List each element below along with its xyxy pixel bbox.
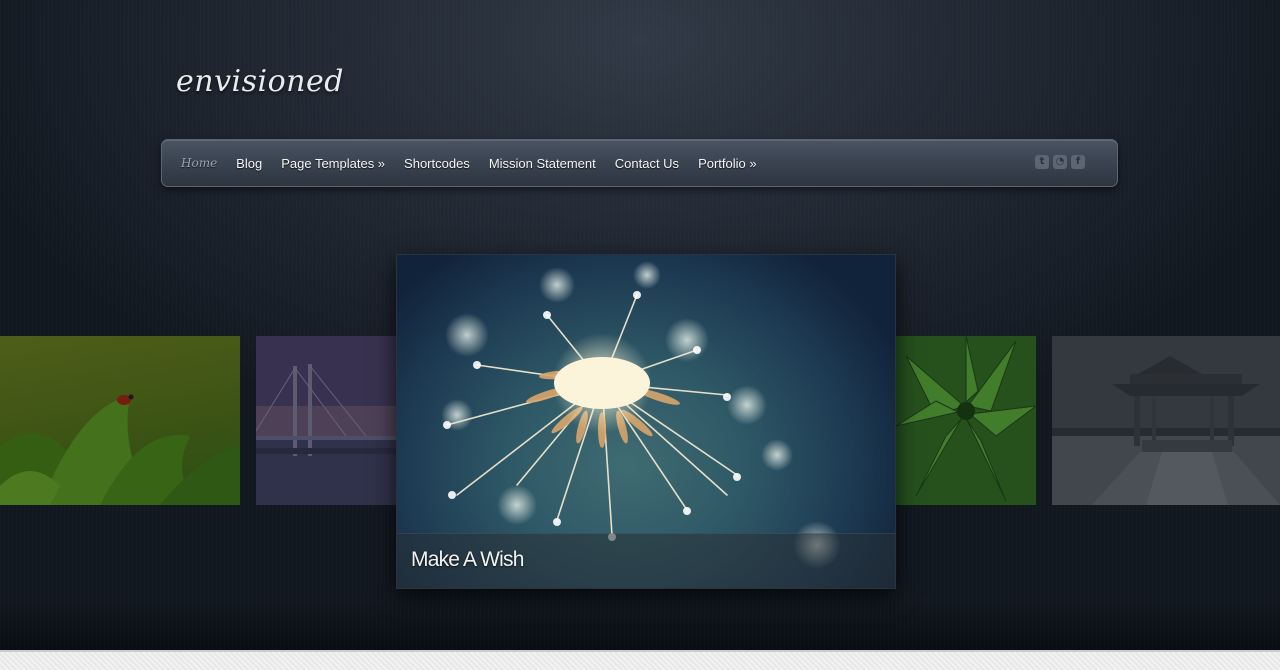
nav-item-mission-statement[interactable]: Mission Statement [489, 156, 596, 171]
pier-gazebo-image [1052, 336, 1280, 505]
nav-menu: Home Blog Page Templates » Shortcodes Mi… [181, 140, 776, 186]
slide-pier-gazebo[interactable] [1052, 336, 1280, 505]
slide-green-plant[interactable] [896, 336, 1036, 505]
slide-ladybug-leaves[interactable] [0, 336, 240, 505]
slide-caption: Make A Wish [397, 533, 895, 588]
ladybug-leaves-image [0, 336, 240, 505]
facebook-icon[interactable]: f [1071, 155, 1085, 169]
page: envisioned Home Blog Page Templates » Sh… [0, 0, 1280, 670]
nav-item-portfolio[interactable]: Portfolio » [698, 156, 757, 171]
green-plant-image [896, 336, 1036, 505]
footer-strip [0, 650, 1280, 670]
social-icons: t ◔ f [1035, 155, 1085, 169]
nav-item-blog[interactable]: Blog [236, 156, 262, 171]
nav-item-contact-us[interactable]: Contact Us [615, 156, 679, 171]
nav-item-page-templates[interactable]: Page Templates » [281, 156, 385, 171]
nav-item-shortcodes[interactable]: Shortcodes [404, 156, 470, 171]
bridge-dusk-image [256, 336, 396, 505]
slide-dandelion-featured[interactable]: Make A Wish [396, 254, 896, 589]
rss-icon[interactable]: ◔ [1053, 155, 1067, 169]
nav-item-home[interactable]: Home [181, 156, 217, 170]
slide-caption-title[interactable]: Make A Wish [411, 548, 524, 572]
slide-bridge-dusk[interactable] [256, 336, 396, 505]
bottom-shadow [0, 600, 1280, 650]
main-navigation: Home Blog Page Templates » Shortcodes Mi… [161, 139, 1118, 187]
site-logo[interactable]: envisioned [176, 64, 344, 99]
twitter-icon[interactable]: t [1035, 155, 1049, 169]
